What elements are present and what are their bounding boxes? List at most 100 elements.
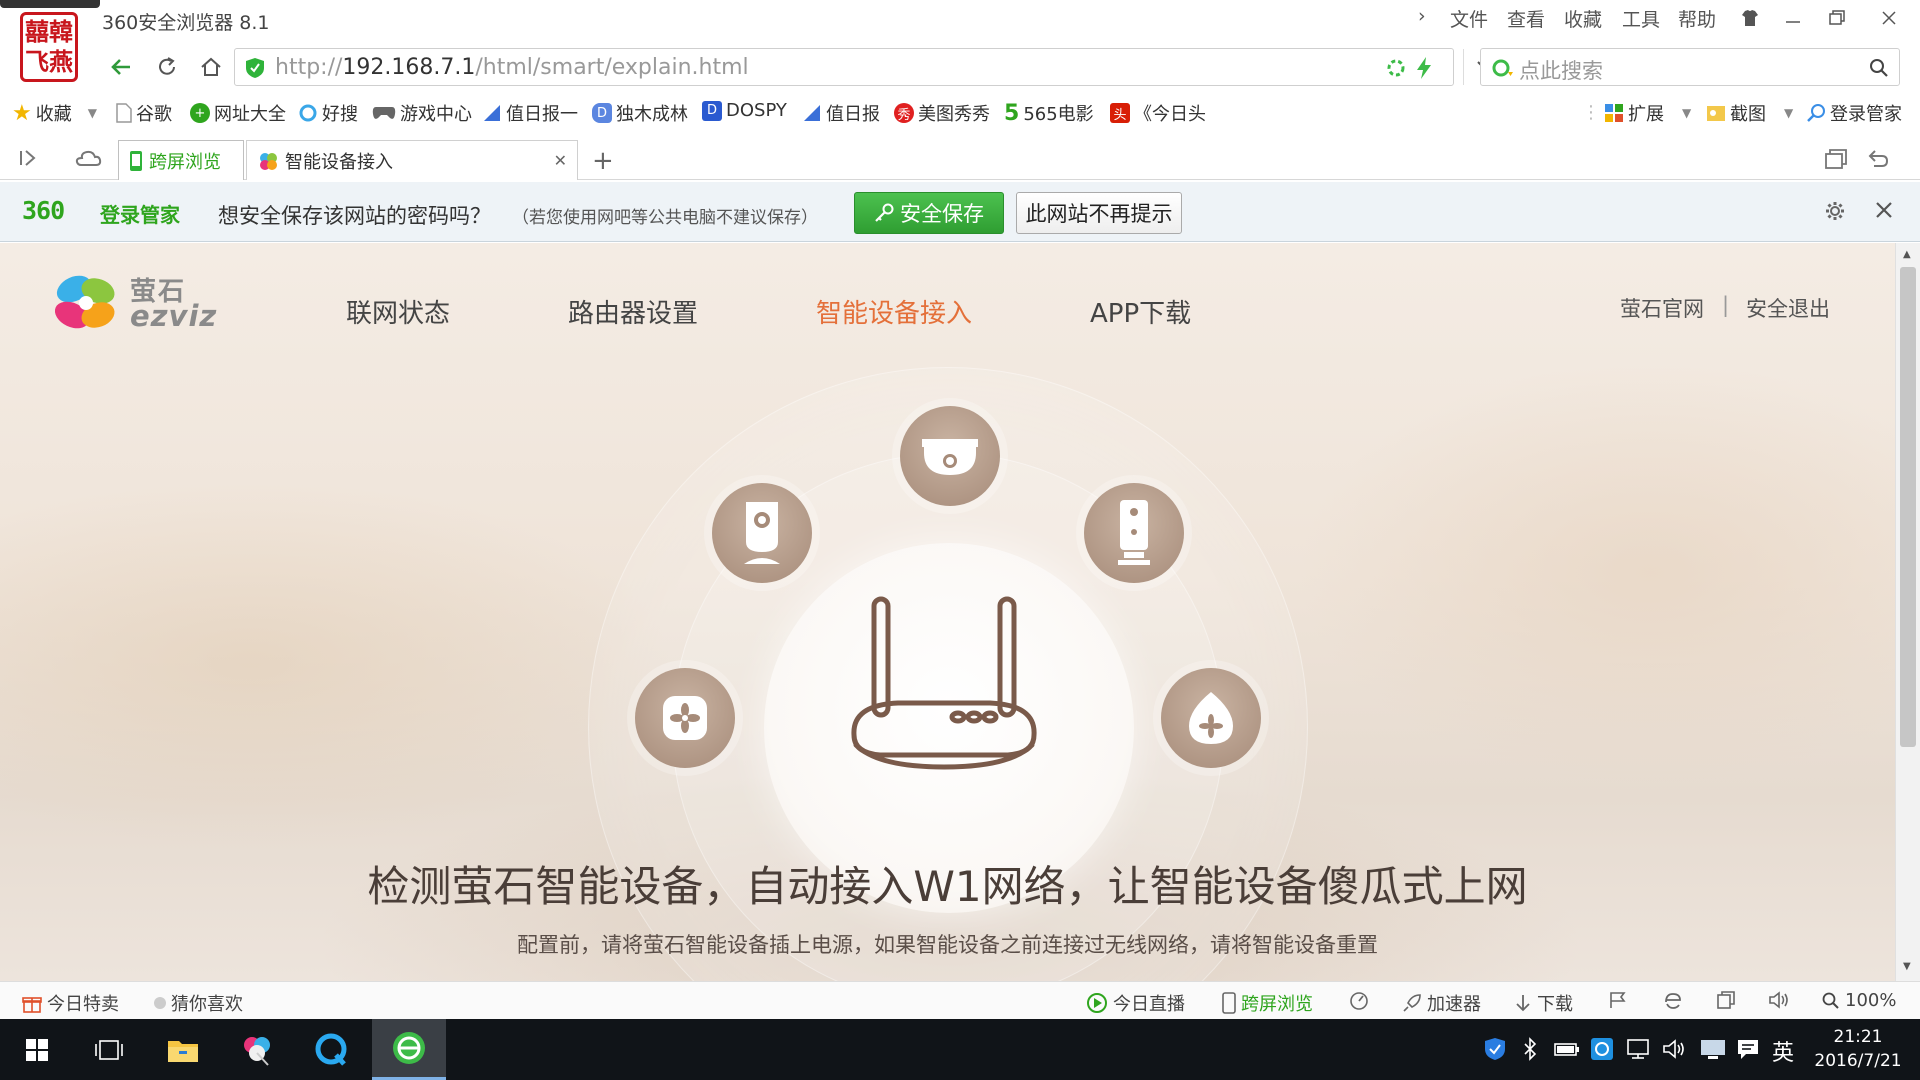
speed-dial-icon[interactable] [1348,990,1370,1012]
close-tab-icon[interactable]: ✕ [554,151,567,170]
login-manager-button[interactable]: 登录管家 [1806,100,1902,126]
bookmark-dospy[interactable]: D DOSPY [702,100,787,121]
save-password-question: 想安全保存该网站的密码吗？ [218,204,491,228]
zoom-control[interactable]: 100% [1822,990,1896,1011]
today-deals[interactable]: 今日特卖 [22,990,119,1016]
speaker-tray-icon[interactable] [1662,1037,1688,1061]
battery-icon[interactable] [1554,1037,1580,1061]
ime-indicator[interactable]: 英 [1772,1035,1794,1067]
guess-you-like[interactable]: 猜你喜欢 [154,990,243,1016]
bookmark-zhiribao-2[interactable]: 值日报 [802,100,880,126]
restore-tabs-icon[interactable] [1824,148,1848,170]
clock[interactable]: 21:21 2016/7/21 [1808,1025,1908,1073]
app-pinwheel-icon[interactable] [220,1019,294,1080]
refresh-icon[interactable] [150,50,184,84]
task-view-icon[interactable] [72,1019,146,1080]
window-mode-icon[interactable] [1716,990,1736,1010]
phone-outline-icon [1222,992,1236,1014]
nav-network-status[interactable]: 联网状态 [346,293,450,330]
menu-favorites[interactable]: 收藏 [1564,5,1602,32]
bookmark-565[interactable]: 5 565电影 [1004,100,1094,126]
menu-help[interactable]: 帮助 [1678,5,1716,32]
accelerator[interactable]: 加速器 [1402,990,1481,1016]
downloads[interactable]: 下载 [1514,990,1573,1016]
search-input[interactable]: 点此搜索 [1480,48,1900,86]
scroll-up-icon[interactable]: ▲ [1903,249,1911,260]
cube-camera-device[interactable] [712,483,812,583]
login-manager-brand: 登录管家 [100,203,180,227]
page-content: 萤石 ezviz 联网状态 路由器设置 智能设备接入 APP下载 萤石官网 | … [0,243,1895,981]
restore-icon[interactable] [1822,4,1852,32]
display-tray-icon[interactable] [1700,1037,1726,1061]
menu-view[interactable]: 查看 [1507,5,1545,32]
volume-icon[interactable] [1768,990,1792,1010]
flag-icon[interactable] [1608,990,1628,1010]
loading-spinner-icon[interactable] [1385,57,1407,79]
screenshot-button[interactable]: 截图 ▼ [1706,100,1793,126]
scrollbar-thumb[interactable] [1900,267,1916,747]
nav-app-download[interactable]: APP下载 [1090,293,1191,330]
start-windows-icon[interactable] [0,1019,74,1080]
bluetooth-icon[interactable] [1522,1037,1538,1061]
skin-shirt-icon[interactable] [1735,4,1765,32]
bookmark-toutiao[interactable]: 头《今日头 [1110,100,1206,126]
avatar-seal-icon: 囍韓 飞燕 [20,12,78,82]
app-tray-icon[interactable] [1590,1037,1614,1061]
address-bar[interactable]: http://192.168.7.1/html/smart/explain.ht… [234,48,1493,86]
scroll-down-icon[interactable]: ▼ [1903,961,1911,972]
notification-icon[interactable] [1736,1037,1760,1061]
smart-sensor-device[interactable] [1161,668,1261,768]
dome-camera-device[interactable] [900,406,1000,506]
bookmark-favorites[interactable]: ★ 收藏 ▼ [12,100,97,126]
tab-smart-device[interactable]: 智能设备接入 ✕ [246,140,578,180]
new-tab-plus-icon[interactable]: + [592,146,614,176]
bookmark-hao123[interactable]: + 网址大全 [190,100,286,126]
menu-file[interactable]: 文件 [1450,5,1488,32]
bookmark-google[interactable]: 谷歌 [116,100,172,126]
ie-compat-icon[interactable] [1662,990,1684,1012]
never-prompt-button[interactable]: 此网站不再提示 [1016,192,1182,234]
app-avatar-logo[interactable]: 囍韓 飞燕 [0,0,100,90]
cross-screen-browse[interactable]: 跨屏浏览 [1222,990,1313,1016]
bookmark-zhiribao-1[interactable]: 值日报一 [482,100,578,126]
close-window-icon[interactable] [1874,4,1904,32]
link-separator: | [1722,293,1730,317]
nav-router-settings[interactable]: 路由器设置 [568,293,698,330]
lightning-icon[interactable] [1415,56,1433,80]
gear-icon[interactable] [1824,200,1846,222]
sidebar-toggle-icon[interactable] [18,148,38,168]
home-icon[interactable] [194,50,228,84]
key-icon [874,203,894,223]
security-shield-tray-icon[interactable] [1484,1037,1506,1061]
back-arrow-icon[interactable] [104,50,138,84]
link-official-site[interactable]: 萤石官网 [1620,293,1704,323]
close-bar-icon[interactable] [1874,200,1894,220]
nav-smart-device-access[interactable]: 智能设备接入 [816,293,972,330]
bookmark-meitu[interactable]: 秀美图秀秀 [894,100,990,126]
bookmark-haosou[interactable]: 好搜 [298,100,358,126]
bookmarks-bar: ★ 收藏 ▼ 谷歌 + 网址大全 好搜 游戏中心 值日报一 D 独木成林 D DOSPY … [0,94,1920,132]
safe-save-button[interactable]: 安全保存 [854,192,1004,234]
url-text[interactable]: http://192.168.7.1/html/smart/explain.ht… [275,55,749,80]
vertical-scrollbar[interactable]: ▲ ▼ [1895,243,1920,981]
bookmark-games[interactable]: 游戏中心 [372,100,472,126]
mini-camera-device[interactable] [1084,483,1184,583]
minimize-icon[interactable] [1778,4,1808,32]
tab-cross-screen[interactable]: 跨屏浏览 [118,140,244,180]
extensions-button[interactable]: 扩展 ▼ [1604,100,1691,126]
link-logout[interactable]: 安全退出 [1746,293,1830,323]
cloud-icon[interactable] [74,148,102,168]
bookmark-dumuchenglin[interactable]: D 独木成林 [592,100,688,126]
network-icon[interactable] [1626,1037,1652,1061]
search-icon[interactable] [1869,58,1889,78]
today-live[interactable]: 今日直播 [1086,990,1185,1016]
browser-q-icon[interactable] [294,1019,368,1080]
ezviz-logo-icon[interactable] [50,271,122,335]
chevron-right-icon[interactable]: › [1418,5,1426,27]
file-explorer-icon[interactable] [146,1019,220,1080]
caret-down-icon: ▼ [87,106,97,120]
360-browser-taskbar-icon[interactable] [372,1019,446,1080]
menu-tools[interactable]: 工具 [1622,5,1660,32]
undo-close-icon[interactable] [1866,148,1890,170]
smart-plug-device[interactable] [635,668,735,768]
